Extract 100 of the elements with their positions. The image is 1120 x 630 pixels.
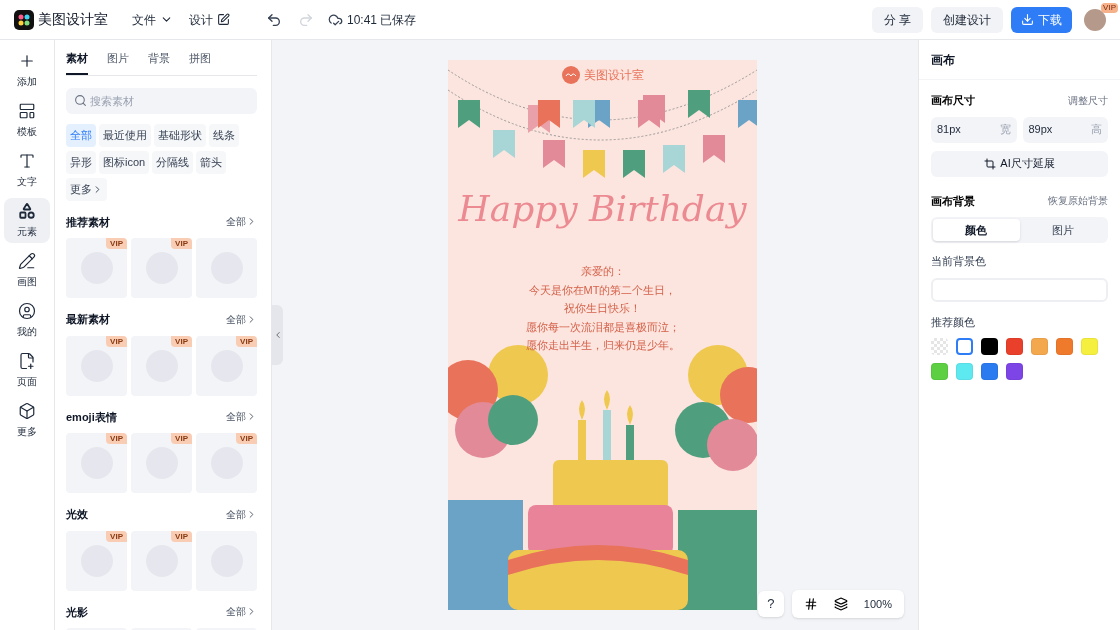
sidebar-item[interactable]: 页面 xyxy=(4,348,50,393)
vip-badge: VIP xyxy=(106,530,127,542)
user-icon xyxy=(18,302,36,320)
see-all-link[interactable]: 全部 xyxy=(226,409,257,425)
segment-tab[interactable]: 颜色 xyxy=(933,219,1020,241)
avatar[interactable] xyxy=(1084,8,1106,31)
sticker-thumbnail[interactable] xyxy=(131,335,192,396)
layers-icon[interactable] xyxy=(833,597,848,611)
category-chip[interactable]: 更多 xyxy=(66,177,107,201)
sidebar-item[interactable]: 模板 xyxy=(4,98,50,143)
vip-badge: VIP xyxy=(106,335,127,347)
app-name: 美图设计室 xyxy=(38,10,108,29)
vip-badge: VIP xyxy=(171,335,192,347)
see-all-link[interactable]: 全部 xyxy=(226,604,257,620)
save-status: 10:41 已保存 xyxy=(347,11,417,29)
category-chip[interactable]: 图标icon xyxy=(99,150,150,174)
see-all-link[interactable]: 全部 xyxy=(226,214,257,230)
section-title: 画布尺寸 xyxy=(931,93,975,108)
sticker-thumbnail[interactable] xyxy=(196,530,257,591)
poster-message-line: 祝你生日快乐！ xyxy=(564,301,641,316)
color-swatch[interactable] xyxy=(956,338,973,355)
section-title: 光影 xyxy=(66,604,88,620)
poster-message-line: 愿你走出半生，归来仍是少年。 xyxy=(525,338,680,353)
app-logo-icon xyxy=(14,9,34,30)
see-all-link[interactable]: 全部 xyxy=(226,311,257,327)
logo-icon xyxy=(561,66,580,84)
sticker-thumbnail[interactable] xyxy=(131,433,192,493)
sticker-thumbnail[interactable] xyxy=(131,238,192,298)
transparent-swatch[interactable] xyxy=(931,338,948,355)
section-title: emoji表情 xyxy=(66,409,117,425)
pencil-icon xyxy=(18,252,36,270)
sidebar-item[interactable]: 添加 xyxy=(4,48,50,93)
sticker-thumbnail[interactable] xyxy=(66,433,127,493)
help-button[interactable]: ? xyxy=(757,591,784,617)
grid-icon[interactable] xyxy=(803,597,818,611)
sidebar-item[interactable]: 更多 xyxy=(4,398,50,443)
resize-link[interactable]: 调整尺寸 xyxy=(1068,92,1108,108)
search-field[interactable]: 搜索素材 xyxy=(66,87,257,114)
download-button[interactable]: 下载 xyxy=(1011,6,1072,33)
zoom-level[interactable]: 100% xyxy=(863,595,892,613)
sidebar-item[interactable]: 我的 xyxy=(4,298,50,343)
sticker-thumbnail[interactable] xyxy=(66,335,127,396)
category-chip[interactable]: 线条 xyxy=(209,123,239,147)
field-label: 推荐颜色 xyxy=(931,314,976,330)
category-chip[interactable]: 基础形状 xyxy=(154,123,206,147)
sticker-thumbnail[interactable] xyxy=(196,335,257,396)
poster-message-line: 愿你每一次流泪都是喜极而泣； xyxy=(525,319,680,335)
sticker-thumbnail[interactable] xyxy=(196,433,257,493)
category-chip[interactable]: 最近使用 xyxy=(99,123,151,147)
sticker-thumbnail[interactable] xyxy=(66,238,127,298)
sidebar-item[interactable]: 文字 xyxy=(4,148,50,193)
ai-resize-button[interactable]: AI尺寸延展 xyxy=(931,150,1108,177)
panel-tab[interactable]: 图片 xyxy=(107,50,129,75)
text-icon xyxy=(18,152,36,170)
category-chip[interactable]: 分隔线 xyxy=(152,150,194,174)
vip-badge: VIP xyxy=(1101,2,1118,13)
panel-tab[interactable]: 素材 xyxy=(66,50,88,75)
vip-badge: VIP xyxy=(171,530,192,542)
size-field[interactable]: 81px 宽 xyxy=(931,116,1017,143)
poster-headline: Happy Birthday xyxy=(458,187,747,231)
crop-icon xyxy=(984,157,997,170)
segment-tab[interactable]: 图片 xyxy=(1019,219,1106,241)
see-all-link[interactable]: 全部 xyxy=(226,506,257,522)
sidebar-item[interactable]: 画图 xyxy=(4,248,50,293)
category-chip[interactable]: 箭头 xyxy=(196,150,227,174)
header-button[interactable]: 分 享 xyxy=(871,6,923,33)
collapse-panel-button[interactable] xyxy=(272,305,283,365)
edit-icon xyxy=(217,13,230,26)
panel-tab[interactable]: 拼图 xyxy=(189,50,211,75)
field-label: 当前背景色 xyxy=(931,254,987,269)
menu-button[interactable]: 设计 xyxy=(189,10,230,29)
section-title: 推荐素材 xyxy=(66,214,110,230)
shapes-icon xyxy=(18,202,36,220)
sidebar-item[interactable]: 元素 xyxy=(4,198,50,243)
section-title: 最新素材 xyxy=(66,312,110,327)
redo-icon[interactable] xyxy=(298,11,314,28)
sticker-thumbnail[interactable] xyxy=(196,238,257,298)
menu-button[interactable]: 文件 xyxy=(132,10,173,29)
plus-icon xyxy=(18,52,36,70)
vip-badge: VIP xyxy=(106,238,127,249)
sticker-thumbnail[interactable] xyxy=(131,530,192,591)
poster-message-line: 今天是你在MT的第二个生日， xyxy=(528,282,677,298)
sticker-thumbnail[interactable] xyxy=(66,530,127,591)
category-chip[interactable]: 异形 xyxy=(66,150,96,174)
vip-badge: VIP xyxy=(106,433,127,444)
layout-icon xyxy=(18,102,36,120)
undo-icon[interactable] xyxy=(266,11,282,28)
panel-tab[interactable]: 背景 xyxy=(148,50,170,75)
size-field[interactable]: 89px 高 xyxy=(1022,116,1108,143)
vip-badge: VIP xyxy=(236,433,257,444)
vip-badge: VIP xyxy=(171,238,192,249)
vip-badge: VIP xyxy=(236,335,257,347)
download-icon xyxy=(1021,13,1034,26)
vip-badge: VIP xyxy=(171,433,192,444)
cloud-icon xyxy=(328,12,343,27)
restore-background-link[interactable]: 恢复原始背景 xyxy=(1048,193,1108,209)
category-chip[interactable]: 全部 xyxy=(66,123,96,147)
poster-logo-text: 美图设计室 xyxy=(583,67,644,84)
header-button[interactable]: 创建设计 xyxy=(931,6,1003,33)
section-title: 光效 xyxy=(66,507,88,522)
